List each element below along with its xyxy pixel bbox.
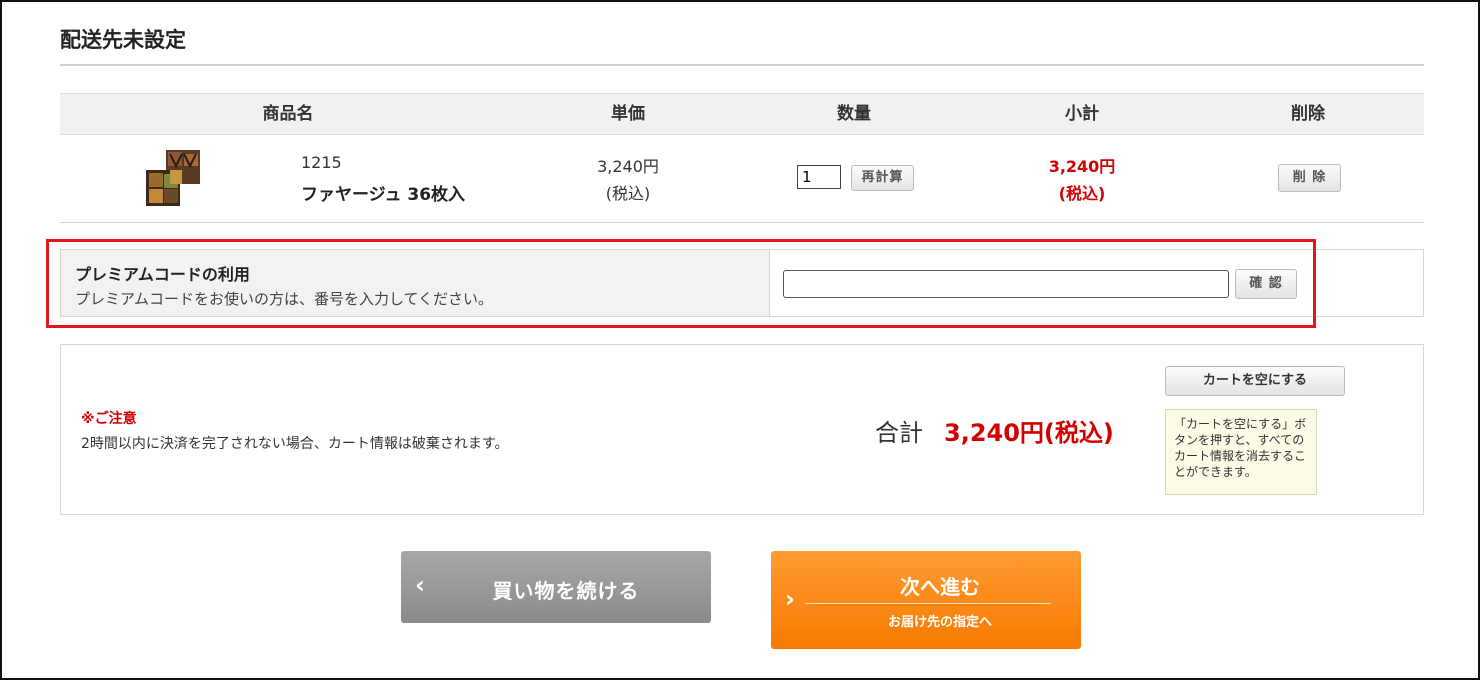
- header-subtotal: 小計: [1065, 104, 1099, 124]
- premium-code-confirm-button[interactable]: 確 認: [1235, 269, 1297, 299]
- next-step-sublabel: お届け先の指定へ: [887, 615, 992, 630]
- cart-row: 1215 ファヤージュ 36枚入 3,240円 (税込) 再計算 3,240円 …: [60, 134, 1424, 223]
- product-thumbnail[interactable]: [146, 150, 202, 206]
- order-summary-panel: ※ご注意 2時間以内に決済を完了されない場合、カート情報は破棄されます。 合計 …: [60, 344, 1424, 515]
- unit-price-value: 3,240円: [597, 157, 659, 176]
- quantity-input[interactable]: [797, 165, 841, 189]
- empty-cart-hint: 「カートを空にする」ボタンを押すと、すべてのカート情報を消去することができます。: [1165, 409, 1317, 495]
- total-value: 3,240円(税込): [944, 419, 1114, 447]
- continue-shopping-label: 買い物を続ける: [492, 579, 640, 603]
- empty-cart-button[interactable]: カートを空にする: [1165, 366, 1345, 396]
- header-delete: 削除: [1291, 104, 1325, 124]
- product-code: 1215: [301, 153, 342, 172]
- header-quantity: 数量: [837, 104, 871, 124]
- next-step-label: 次へ進む: [900, 575, 980, 599]
- cart-table-header: 商品名 単価 数量 小計 削除: [60, 93, 1424, 135]
- subtotal: 3,240円 (税込): [1010, 153, 1154, 207]
- subtotal-value: 3,240円: [1048, 157, 1116, 176]
- section-title: 配送先未設定: [60, 28, 186, 52]
- notice-title: ※ご注意: [81, 411, 137, 427]
- premium-code-label-area: プレミアムコードの利用 プレミアムコードをお使いの方は、番号を入力してください。: [61, 250, 770, 316]
- unit-price-tax: (税込): [605, 184, 651, 203]
- continue-shopping-button[interactable]: ‹ 買い物を続ける: [401, 551, 711, 623]
- premium-code-title: プレミアムコードの利用: [75, 265, 250, 284]
- notice-text: 2時間以内に決済を完了されない場合、カート情報は破棄されます。: [81, 436, 509, 452]
- premium-code-description: プレミアムコードをお使いの方は、番号を入力してください。: [75, 290, 494, 308]
- delete-button[interactable]: 削 除: [1278, 164, 1341, 192]
- premium-code-panel: プレミアムコードの利用 プレミアムコードをお使いの方は、番号を入力してください。…: [60, 249, 1424, 317]
- product-name[interactable]: ファヤージュ 36枚入: [301, 180, 465, 205]
- unit-price: 3,240円 (税込): [560, 153, 696, 207]
- header-unit-price: 単価: [611, 104, 645, 124]
- page-frame: 配送先未設定 商品名 単価 数量 小計 削除 1215 ファヤージュ 36枚入 …: [0, 0, 1480, 680]
- premium-code-input[interactable]: [783, 270, 1229, 298]
- subtotal-tax: (税込): [1058, 184, 1106, 203]
- recalculate-button[interactable]: 再計算: [851, 165, 914, 191]
- title-divider: [60, 64, 1424, 66]
- header-product-name: 商品名: [262, 104, 314, 124]
- next-step-divider: [805, 603, 1051, 604]
- total-label: 合計: [875, 419, 923, 447]
- next-step-button[interactable]: › 次へ進む お届け先の指定へ: [771, 551, 1081, 649]
